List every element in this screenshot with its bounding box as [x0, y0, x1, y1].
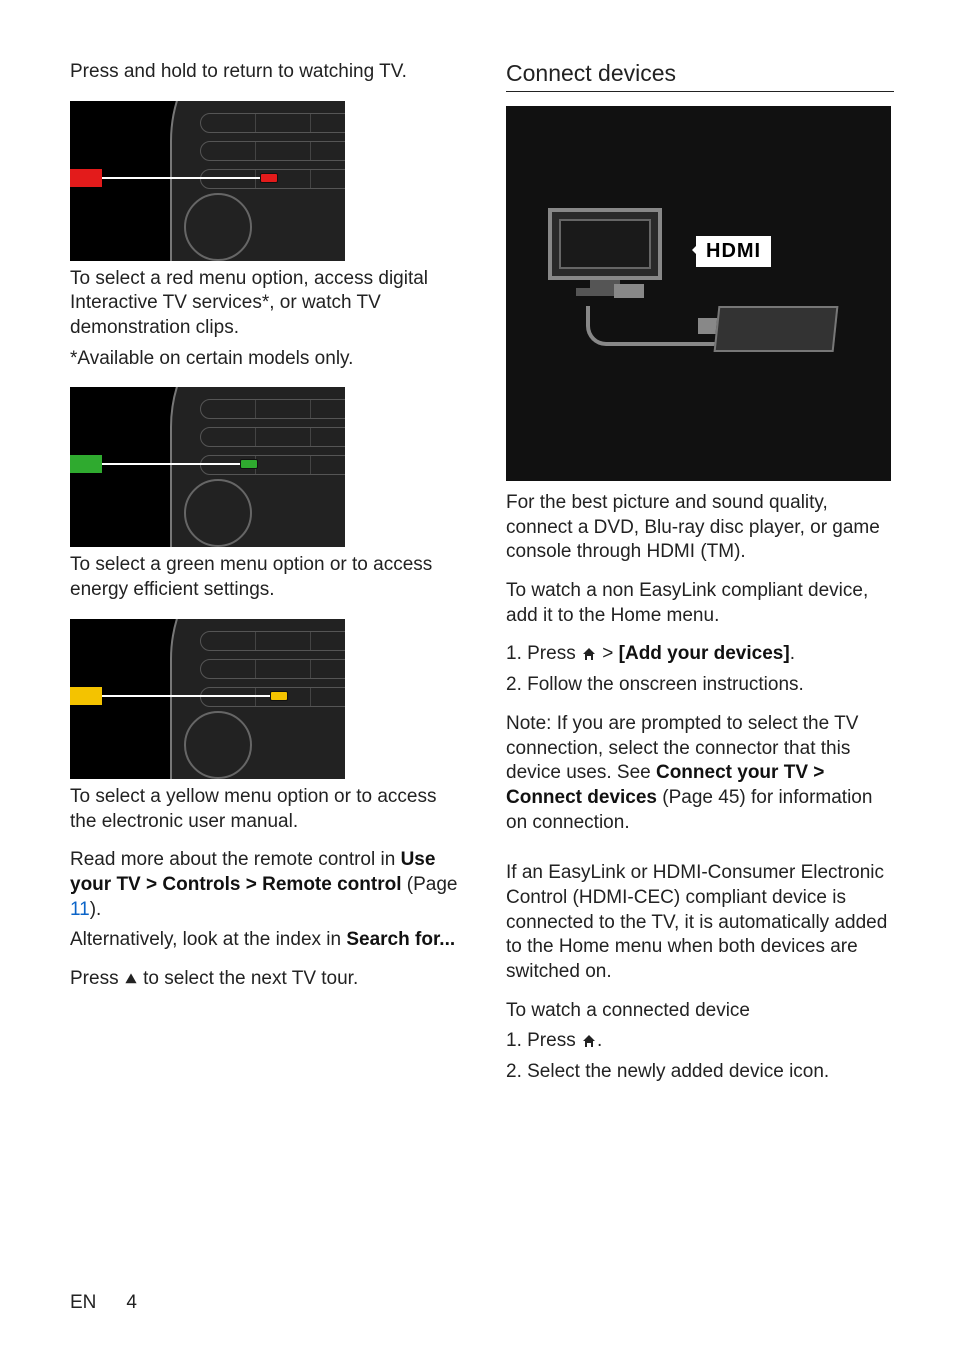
- right-note: Note: If you are prompted to select the …: [506, 712, 894, 835]
- right-p3: If an EasyLink or HDMI-Consumer Electron…: [506, 861, 894, 984]
- press-up-line: Press to select the next TV tour.: [70, 967, 458, 992]
- step1-bold: [Add your devices]: [619, 643, 790, 664]
- alt-bold: Search for...: [346, 929, 455, 950]
- footer-page: 4: [126, 1292, 137, 1314]
- read-more-pre: Read more about the remote control in: [70, 849, 401, 870]
- watch-step1-post: .: [597, 1030, 602, 1051]
- footer-lang: EN: [70, 1292, 96, 1314]
- remote-yellow-image: [70, 619, 345, 779]
- alt-pre: Alternatively, look at the index in: [70, 929, 346, 950]
- read-more-page-post: ).: [90, 899, 102, 920]
- hdmi-image: HDMI: [506, 106, 891, 481]
- right-step1: 1. Press > [Add your devices].: [506, 642, 894, 667]
- tv-icon: [546, 206, 676, 306]
- watch-step2: 2. Select the newly added device icon.: [506, 1060, 894, 1085]
- yellow-desc: To select a yellow menu option or to acc…: [70, 785, 458, 834]
- remote-green-image: [70, 387, 345, 547]
- page-footer: EN 4: [70, 1292, 137, 1314]
- read-more-page-pre: (Page: [402, 874, 458, 895]
- step1-post: .: [790, 643, 795, 664]
- home-icon: [581, 646, 597, 662]
- step1-pre: 1. Press: [506, 643, 581, 664]
- right-p2: To watch a non EasyLink compliant device…: [506, 579, 894, 628]
- red-note: *Available on certain models only.: [70, 347, 458, 372]
- home-icon: [581, 1033, 597, 1049]
- alt-line: Alternatively, look at the index in Sear…: [70, 928, 458, 953]
- read-more-line: Read more about the remote control in Us…: [70, 848, 458, 922]
- right-p1: For the best picture and sound quality, …: [506, 491, 894, 565]
- green-desc: To select a green menu option or to acce…: [70, 553, 458, 602]
- right-step2: 2. Follow the onscreen instructions.: [506, 673, 894, 698]
- step1-mid: >: [597, 643, 619, 664]
- press-up-pre: Press: [70, 968, 124, 989]
- watch-step1: 1. Press .: [506, 1029, 894, 1054]
- up-arrow-icon: [124, 972, 138, 986]
- connect-devices-heading: Connect devices: [506, 60, 894, 92]
- remote-red-image: [70, 101, 345, 261]
- red-desc: To select a red menu option, access digi…: [70, 267, 458, 341]
- hdmi-label: HDMI: [696, 236, 771, 267]
- right-p4: To watch a connected device: [506, 999, 894, 1024]
- left-intro: Press and hold to return to watching TV.: [70, 60, 458, 85]
- press-up-post: to select the next TV tour.: [138, 968, 358, 989]
- watch-step1-pre: 1. Press: [506, 1030, 581, 1051]
- read-more-page-link[interactable]: 11: [70, 899, 90, 920]
